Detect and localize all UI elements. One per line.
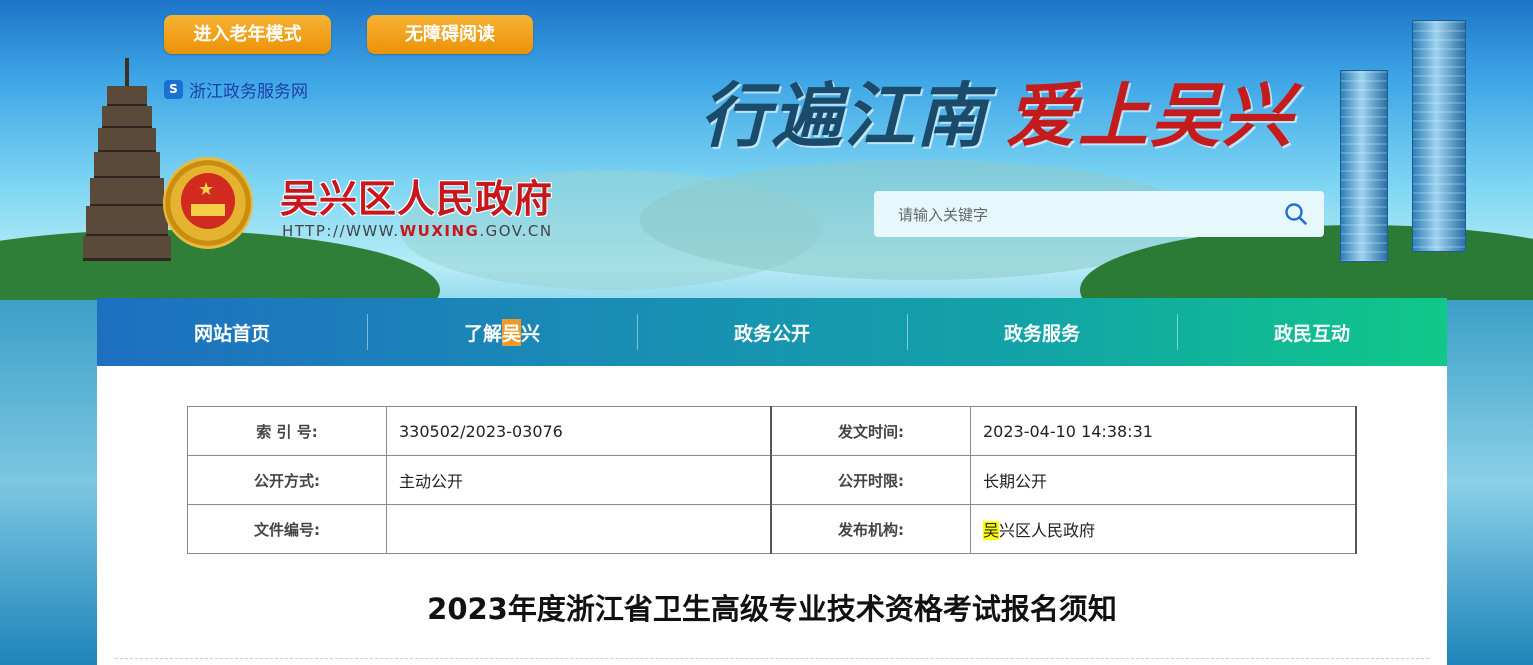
article-title: 2023年度浙江省卫生高级专业技术资格考试报名须知: [427, 592, 1117, 626]
site-title[interactable]: 吴兴区人民政府: [280, 168, 553, 223]
table-row: 公开方式: 主动公开 公开时限: 长期公开: [187, 455, 1357, 505]
table-row: 索 引 号: 330502/2023-03076 发文时间: 2023-04-1…: [187, 406, 1357, 456]
doc-number-label: 文件编号:: [187, 504, 387, 554]
main-navigation: 网站首页 了解吴兴 政务公开 政务服务 政民互动: [97, 298, 1447, 366]
nav-item-about-wuxing[interactable]: 了解吴兴: [367, 298, 637, 366]
site-url: HTTP://WWW.WUXING.GOV.CN: [282, 222, 553, 240]
publisher-label: 发布机构:: [770, 504, 971, 554]
search-icon[interactable]: [1274, 192, 1318, 236]
content-area: 索 引 号: 330502/2023-03076 发文时间: 2023-04-1…: [97, 366, 1447, 665]
index-label: 索 引 号:: [187, 406, 387, 456]
date-value: 2023-04-10 14:38:31: [970, 406, 1357, 456]
slogan-banner: 行遍江南 爱上吴兴: [700, 60, 1294, 161]
background-water-right: [1447, 300, 1533, 665]
table-row: 文件编号: 发布机构: 吴兴区人民政府: [187, 504, 1357, 554]
date-label: 发文时间:: [770, 406, 971, 456]
publisher-value: 吴兴区人民政府: [970, 504, 1357, 554]
skyscraper-illustration: [1340, 70, 1388, 262]
slogan-part2: 爱上吴兴: [1006, 74, 1294, 157]
nav-item-government-services[interactable]: 政务服务: [907, 298, 1177, 366]
nav-item-government-affairs[interactable]: 政务公开: [637, 298, 907, 366]
divider: [115, 658, 1429, 659]
search-input[interactable]: 请输入关键字: [898, 204, 1274, 225]
index-value: 330502/2023-03076: [386, 406, 772, 456]
pagoda-illustration: [82, 58, 172, 261]
nav-item-home[interactable]: 网站首页: [97, 298, 367, 366]
skyscraper-illustration: [1412, 20, 1466, 252]
search-bar: 请输入关键字: [874, 191, 1324, 237]
elder-mode-button[interactable]: 进入老年模式: [164, 15, 331, 54]
open-period-label: 公开时限:: [770, 455, 971, 505]
open-method-label: 公开方式:: [187, 455, 387, 505]
portal-link-label: 浙江政务服务网: [189, 81, 308, 102]
open-method-value: 主动公开: [386, 455, 772, 505]
national-emblem-icon: ★: [163, 157, 253, 249]
document-metadata-table: 索 引 号: 330502/2023-03076 发文时间: 2023-04-1…: [187, 406, 1357, 554]
open-period-value: 长期公开: [970, 455, 1357, 505]
accessible-reading-button[interactable]: 无障碍阅读: [367, 15, 533, 54]
slogan-part1: 行遍江南: [700, 74, 988, 157]
nav-item-interaction[interactable]: 政民互动: [1177, 298, 1447, 366]
background-water-left: [0, 300, 100, 665]
zhejiang-portal-icon: S: [164, 79, 183, 99]
zhejiang-portal-link[interactable]: S 浙江政务服务网: [164, 78, 308, 102]
doc-number-value: [386, 504, 772, 554]
